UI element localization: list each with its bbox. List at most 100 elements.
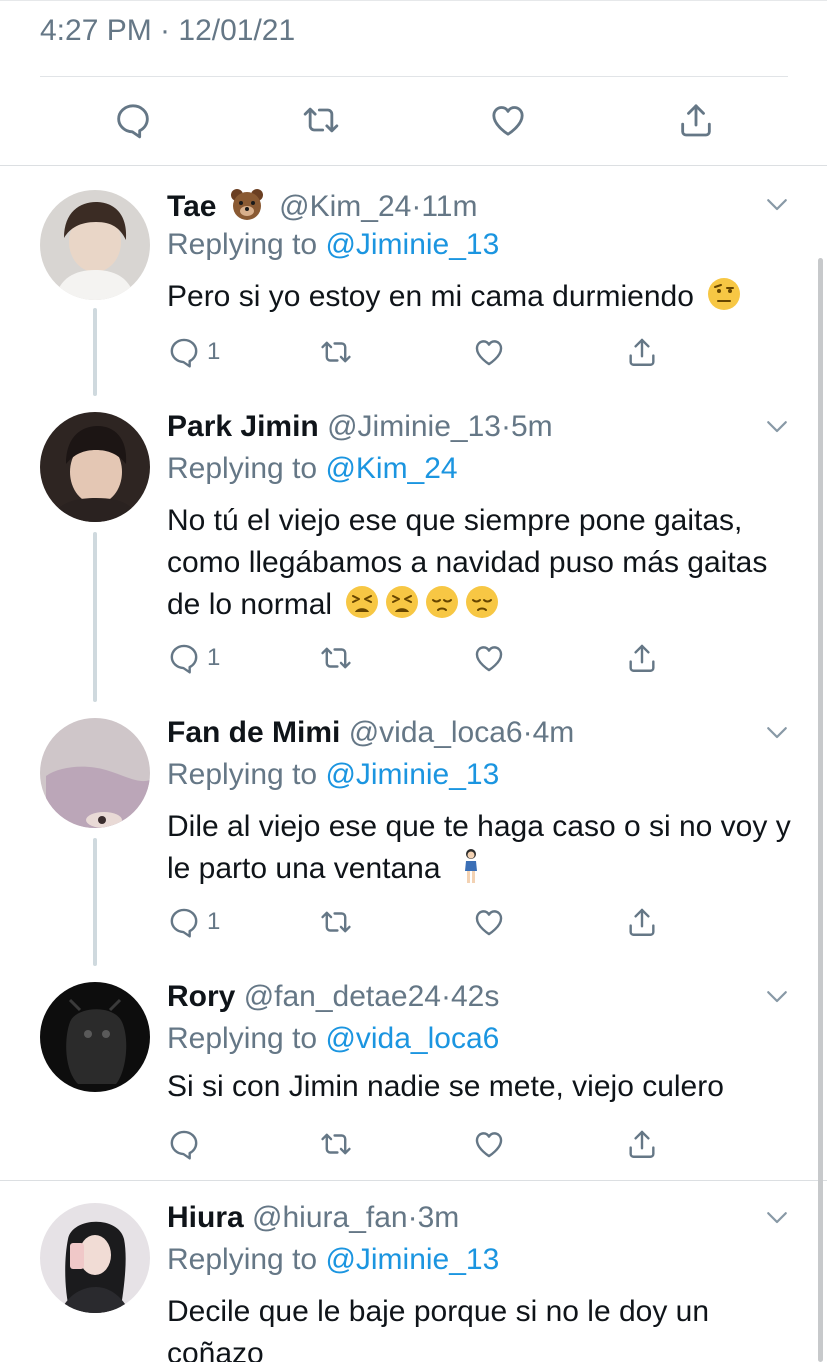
reply-tweet[interactable]: Park Jimin @Jiminie_13·5m Replying to @K… (0, 396, 827, 702)
tweet-text: Pero si yo estoy en mi cama durmiendo (167, 276, 797, 318)
display-name[interactable]: Fan de Mimi (167, 716, 340, 749)
avatar[interactable] (40, 982, 150, 1092)
tweet-time: 11m (421, 190, 478, 223)
share-icon (625, 905, 659, 939)
tweet-header: Tae @Kim_24·11m (167, 186, 477, 224)
like-icon (472, 1127, 506, 1161)
chevron-down-icon[interactable] (762, 1202, 792, 1232)
reply-tweet[interactable]: Fan de Mimi @vida_loca6·4m Replying to @… (0, 702, 827, 966)
replying-to: Replying to @Jiminie_13 (167, 1243, 499, 1277)
thread-line (93, 308, 97, 396)
tweet-time: 5m (510, 410, 553, 443)
chevron-down-icon[interactable] (762, 411, 792, 441)
tweet-actions: 1 (167, 638, 687, 678)
like-button[interactable] (472, 1124, 506, 1164)
tired-face-emoji (386, 586, 419, 618)
avatar[interactable] (40, 412, 150, 522)
avatar[interactable] (40, 190, 150, 300)
tweet-actions (167, 1124, 687, 1164)
reply-icon (167, 335, 201, 369)
tweet-timestamp: 4:27 PM · 12/01/21 (40, 14, 296, 47)
tweet-text: Si si con Jimin nadie se mete, viejo cul… (167, 1066, 797, 1108)
retweet-button[interactable] (319, 638, 353, 678)
handle[interactable]: @hiura_fan (252, 1201, 408, 1234)
share-button[interactable] (625, 332, 659, 372)
like-icon (472, 905, 506, 939)
avatar[interactable] (40, 718, 150, 828)
divider (40, 76, 788, 77)
retweet-icon (319, 1127, 353, 1161)
tweet-actions: 1 (167, 332, 687, 372)
handle[interactable]: @fan_detae24 (244, 980, 441, 1013)
retweet-button[interactable] (319, 902, 353, 942)
share-button[interactable] (674, 98, 718, 142)
tweet-text-content: Decile que le baje porque si no le doy u… (167, 1295, 710, 1362)
meta-separator: · (441, 980, 451, 1013)
display-name[interactable]: Park Jimin (167, 410, 319, 443)
reply-count: 1 (207, 338, 221, 365)
mention-link[interactable]: @vida_loca6 (325, 1022, 499, 1055)
share-icon (625, 335, 659, 369)
reply-button[interactable]: 1 (167, 902, 220, 942)
reply-icon (167, 905, 201, 939)
handle[interactable]: @Jiminie_13 (327, 410, 501, 443)
reply-icon (167, 1127, 201, 1161)
scrollbar[interactable] (818, 258, 823, 1362)
share-button[interactable] (625, 902, 659, 942)
reply-button[interactable]: 1 (167, 332, 220, 372)
like-icon (472, 641, 506, 675)
tweet-header: Hiura @hiura_fan·3m (167, 1201, 459, 1235)
reply-button[interactable]: 1 (167, 638, 220, 678)
display-name[interactable]: Rory (167, 980, 235, 1013)
share-button[interactable] (625, 1124, 659, 1164)
reply-icon (167, 641, 201, 675)
thread-line (93, 532, 97, 702)
like-button[interactable] (472, 902, 506, 942)
share-button[interactable] (625, 638, 659, 678)
tweet-time: 4m (532, 716, 575, 749)
display-name[interactable]: Hiura (167, 1201, 244, 1234)
retweet-icon (301, 100, 341, 140)
reply-button[interactable] (167, 1124, 207, 1164)
pensive-face-emoji (426, 586, 459, 618)
handle[interactable]: @vida_loca6 (349, 716, 523, 749)
avatar[interactable] (40, 1203, 150, 1313)
raised-eyebrow-emoji (708, 278, 741, 310)
mention-link[interactable]: @Jiminie_13 (325, 758, 499, 791)
mention-link[interactable]: @Jiminie_13 (325, 228, 499, 261)
retweet-button[interactable] (299, 98, 343, 142)
like-button[interactable] (472, 638, 506, 678)
mention-link[interactable]: @Kim_24 (325, 452, 457, 485)
chevron-down-icon[interactable] (762, 981, 792, 1011)
like-button[interactable] (472, 332, 506, 372)
reply-button[interactable] (111, 98, 155, 142)
meta-separator: · (500, 410, 511, 443)
retweet-button[interactable] (319, 1124, 353, 1164)
mention-link[interactable]: @Jiminie_13 (325, 1243, 499, 1276)
like-icon (472, 335, 506, 369)
tweet-text: No tú el viejo ese que siempre pone gait… (167, 500, 797, 626)
replying-to-label: Replying to (167, 228, 318, 261)
reply-count: 1 (207, 644, 221, 671)
replying-to: Replying to @Jiminie_13 (167, 758, 499, 792)
retweet-icon (319, 335, 353, 369)
reply-tweet[interactable]: Hiura @hiura_fan·3m Replying to @Jiminie… (0, 1181, 827, 1362)
tweet-actions: 1 (167, 902, 687, 942)
bear-emoji (230, 189, 263, 220)
replying-to-label: Replying to (167, 1243, 318, 1276)
tweet-header: Park Jimin @Jiminie_13·5m (167, 410, 553, 444)
chevron-down-icon[interactable] (762, 717, 792, 747)
handle[interactable]: @Kim_24 (279, 190, 411, 223)
share-icon (676, 100, 716, 140)
reply-tweet[interactable]: Rory @fan_detae24·42s Replying to @vida_… (0, 966, 827, 1180)
share-icon (625, 641, 659, 675)
replying-to-label: Replying to (167, 1022, 318, 1055)
like-button[interactable] (486, 98, 530, 142)
tweet-text: Decile que le baje porque si no le doy u… (167, 1291, 797, 1362)
chevron-down-icon[interactable] (762, 189, 792, 219)
focused-tweet-footer: 4:27 PM · 12/01/21 (0, 0, 827, 166)
display-name[interactable]: Tae (167, 190, 216, 223)
standing-woman-emoji (464, 849, 477, 883)
retweet-button[interactable] (319, 332, 353, 372)
reply-tweet[interactable]: Tae @Kim_24·11m Replying to @Jiminie_13 … (0, 166, 827, 396)
